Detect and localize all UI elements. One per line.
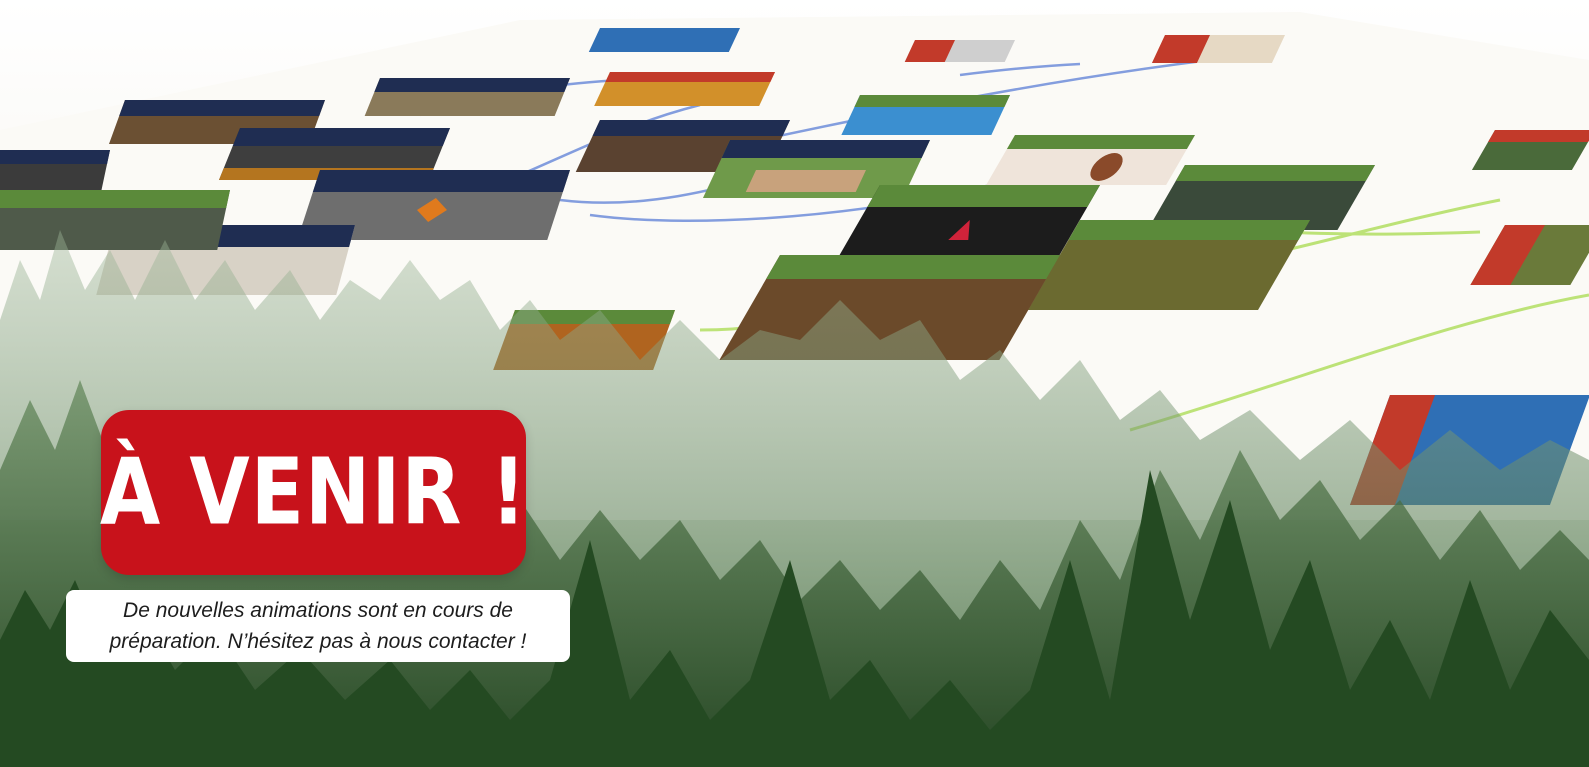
coming-soon-caption: De nouvelles animations sont en cours de… [66,590,570,662]
coming-soon-badge: À VENIR ! [99,410,528,575]
hero-banner: À VENIR ! De nouvelles animations sont e… [0,0,1589,767]
caption-line-1: De nouvelles animations sont en cours de [123,599,513,622]
coming-soon-headline: À VENIR ! [99,439,528,546]
caption-line-2: préparation. N’hésitez pas à nous contac… [109,630,527,653]
